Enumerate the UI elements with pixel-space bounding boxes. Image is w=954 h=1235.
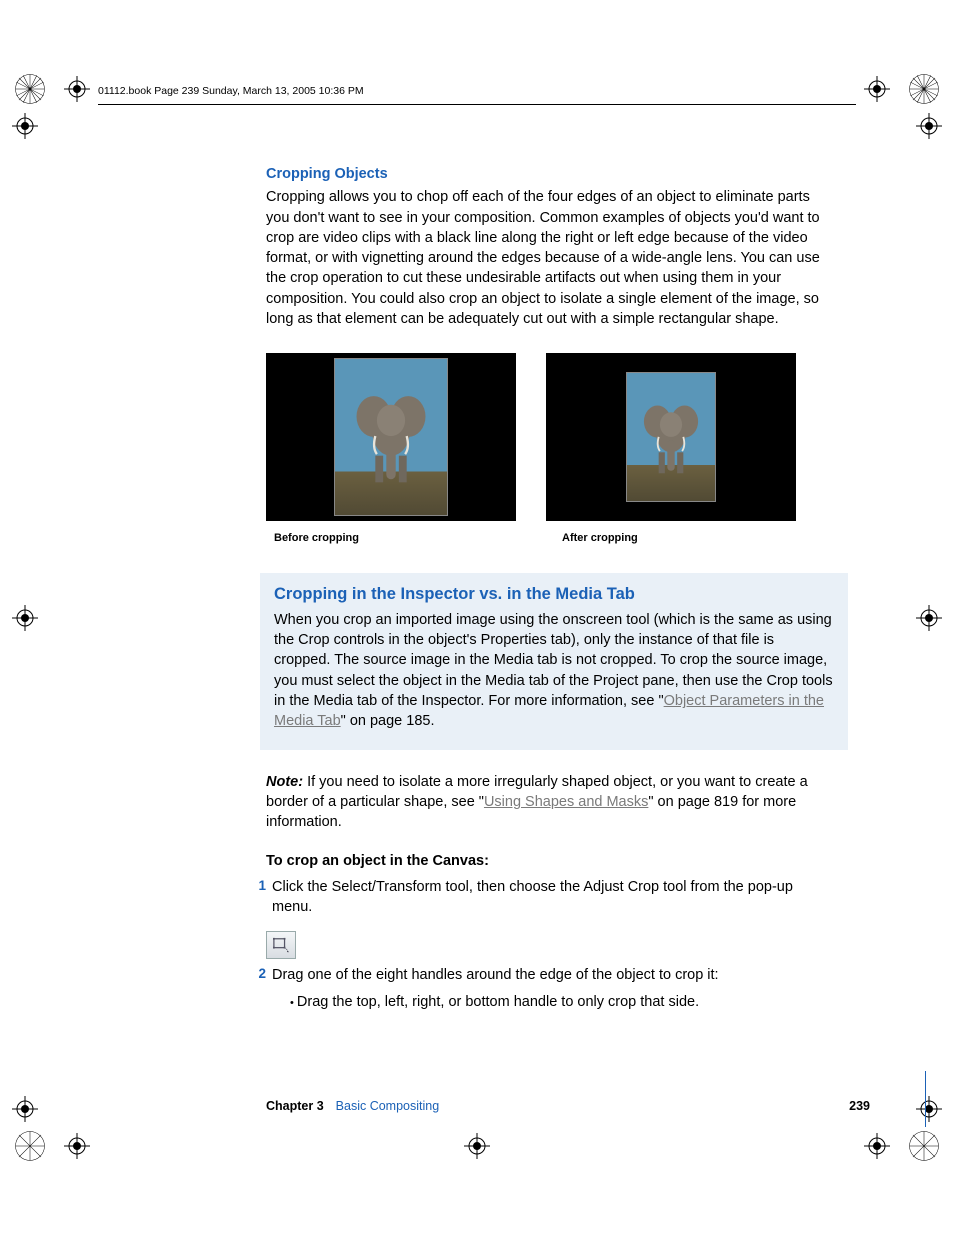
figure-captions: Before cropping After cropping	[266, 531, 830, 546]
step-body: Drag one of the eight handles around the…	[272, 965, 830, 1012]
header-rule	[98, 104, 856, 105]
registration-mark-icon	[12, 605, 38, 631]
section-heading: Cropping Objects	[266, 164, 830, 184]
step-body: Click the Select/Transform tool, then ch…	[272, 877, 830, 918]
step-bullet: Drag the top, left, right, or bottom han…	[290, 992, 830, 1012]
caption-after: After cropping	[554, 531, 812, 546]
footer-page-number: 239	[849, 1098, 876, 1116]
registration-mark-icon	[916, 605, 942, 631]
footer-title: Basic Compositing	[336, 1098, 440, 1116]
running-header: 01112.book Page 239 Sunday, March 13, 20…	[98, 84, 364, 99]
printer-sunburst-icon	[13, 72, 47, 106]
elephant-photo-cropped	[626, 372, 716, 502]
footer-rule	[925, 1071, 926, 1127]
callout-body: When you crop an imported image using th…	[274, 610, 834, 732]
registration-mark-icon	[916, 1096, 942, 1122]
registration-mark-icon	[64, 76, 90, 102]
printer-sunburst-icon	[13, 1129, 47, 1163]
registration-mark-icon	[864, 1133, 890, 1159]
registration-mark-icon	[916, 113, 942, 139]
step-1: 1 Click the Select/Transform tool, then …	[248, 877, 830, 918]
figure-row	[266, 353, 830, 521]
elephant-icon	[352, 393, 430, 487]
elephant-icon	[640, 403, 702, 477]
link-shapes-masks[interactable]: Using Shapes and Masks	[484, 794, 648, 810]
printer-sunburst-icon	[907, 1129, 941, 1163]
registration-mark-icon	[864, 76, 890, 102]
section-body: Cropping allows you to chop off each of …	[266, 187, 830, 329]
figure-after-cropping	[546, 353, 796, 521]
registration-mark-icon	[12, 113, 38, 139]
registration-mark-icon	[64, 1133, 90, 1159]
registration-mark-icon	[12, 1096, 38, 1122]
caption-before: Before cropping	[266, 531, 524, 546]
footer-chapter: Chapter 3	[266, 1098, 324, 1116]
printer-sunburst-icon	[907, 72, 941, 106]
step-number: 2	[248, 965, 272, 1012]
callout-box: Cropping in the Inspector vs. in the Med…	[260, 573, 848, 750]
figure-before-cropping	[266, 353, 516, 521]
procedure-title: To crop an object in the Canvas:	[266, 851, 830, 871]
page-content: Cropping Objects Cropping allows you to …	[266, 164, 830, 1012]
page-footer: Chapter 3 Basic Compositing 239	[266, 1098, 876, 1116]
note-label: Note:	[266, 774, 307, 790]
step-2: 2 Drag one of the eight handles around t…	[248, 965, 830, 1012]
note-paragraph: Note: If you need to isolate a more irre…	[266, 772, 830, 833]
step-number: 1	[248, 877, 272, 918]
crop-tool-icon	[266, 931, 296, 959]
registration-mark-icon	[464, 1133, 490, 1159]
elephant-photo	[334, 358, 448, 516]
callout-title: Cropping in the Inspector vs. in the Med…	[274, 583, 834, 606]
